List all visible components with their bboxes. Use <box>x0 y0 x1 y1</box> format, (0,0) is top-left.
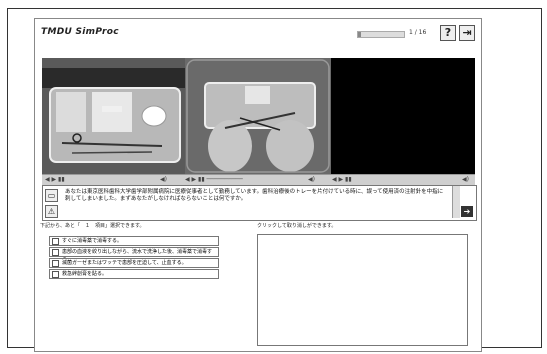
video-left[interactable] <box>42 58 185 174</box>
choice-label: すぐに消毒薬で消毒する。 <box>62 238 123 244</box>
video-controls: ◀ ▶ ▮▮ ◀) ◀ ▶ ▮▮ ────────── ◀) ◀ ▶ ▮▮ ◀) <box>42 174 475 185</box>
answer-instruction: クリックして取り消しができます。 <box>257 223 337 229</box>
volume-icon-left[interactable]: ◀) <box>160 176 167 183</box>
play-control-right[interactable]: ◀ ▶ ▮▮ <box>332 176 352 183</box>
dental-tray-image <box>42 58 185 174</box>
play-control-left[interactable]: ◀ ▶ ▮▮ <box>45 176 65 183</box>
question-panel: ▭ ⚠ あなたは東京医科歯科大学歯学部附属病院に医療従事者として勤務しています。… <box>42 185 477 221</box>
choice-list: すぐに消毒薬で消毒する。 患部の血液を絞り出しながら、流水で洗浄した後、消毒薬で… <box>49 236 219 280</box>
choice-item[interactable]: すぐに消毒薬で消毒する。 <box>49 236 219 246</box>
choice-label: 救急絆創膏を貼る。 <box>62 271 108 277</box>
choice-item[interactable]: 滅菌ガーゼまたはワッテで患部を圧迫して、止血する。 <box>49 258 219 268</box>
answer-panel: クリックして取り消しができます。 <box>257 222 475 348</box>
choice-item[interactable]: 患部の血液を絞り出しながら、流水で洗浄した後、消毒薬で消毒する。 <box>49 247 219 263</box>
progress-fill <box>358 32 361 37</box>
app-logo: TMDU SimProc <box>41 27 119 37</box>
choices-instruction: 下記から、あと「 １ 項目」選択できます。 <box>40 223 145 229</box>
question-text: あなたは東京医科歯科大学歯学部附属病院に医療従事者として勤務しています。歯科治療… <box>65 189 444 202</box>
question-counter: 1 / 16 <box>409 29 427 36</box>
choice-checkbox[interactable] <box>52 238 59 245</box>
choice-checkbox[interactable] <box>52 249 59 256</box>
choices-panel: 下記から、あと「 １ 項目」選択できます。 すぐに消毒薬で消毒する。 患部の血液… <box>40 222 252 348</box>
choice-checkbox[interactable] <box>52 260 59 267</box>
volume-icon-right[interactable]: ◀) <box>462 176 469 183</box>
app-header: TMDU SimProc 1 / 16 ? ⇥ <box>35 19 481 51</box>
exit-button[interactable]: ⇥ <box>459 25 475 41</box>
choice-item[interactable]: 救急絆創膏を貼る。 <box>49 269 219 279</box>
video-panels <box>42 58 475 174</box>
window-frame: TMDU SimProc 1 / 16 ? ⇥ ◀ ▶ ▮▮ ◀) ◀ ▶ ▮▮… <box>7 8 542 352</box>
progress-bar <box>357 31 405 38</box>
gloved-hands-image <box>185 58 331 174</box>
next-button[interactable]: ➔ <box>461 206 473 217</box>
warning-icon[interactable]: ⚠ <box>45 205 58 218</box>
memo-icon[interactable]: ▭ <box>45 189 58 202</box>
volume-icon-main[interactable]: ◀) <box>308 176 315 183</box>
simproc-app: TMDU SimProc 1 / 16 ? ⇥ ◀ ▶ ▮▮ ◀) ◀ ▶ ▮▮… <box>34 18 482 352</box>
play-control-main[interactable]: ◀ ▶ ▮▮ ────────── <box>185 176 243 183</box>
choice-label: 滅菌ガーゼまたはワッテで患部を圧迫して、止血する。 <box>62 260 187 266</box>
help-button[interactable]: ? <box>440 25 456 41</box>
video-right[interactable] <box>331 58 475 174</box>
question-scrollbar[interactable] <box>452 186 460 218</box>
video-main[interactable] <box>185 58 331 174</box>
choice-checkbox[interactable] <box>52 271 59 278</box>
answer-box[interactable] <box>257 234 468 346</box>
